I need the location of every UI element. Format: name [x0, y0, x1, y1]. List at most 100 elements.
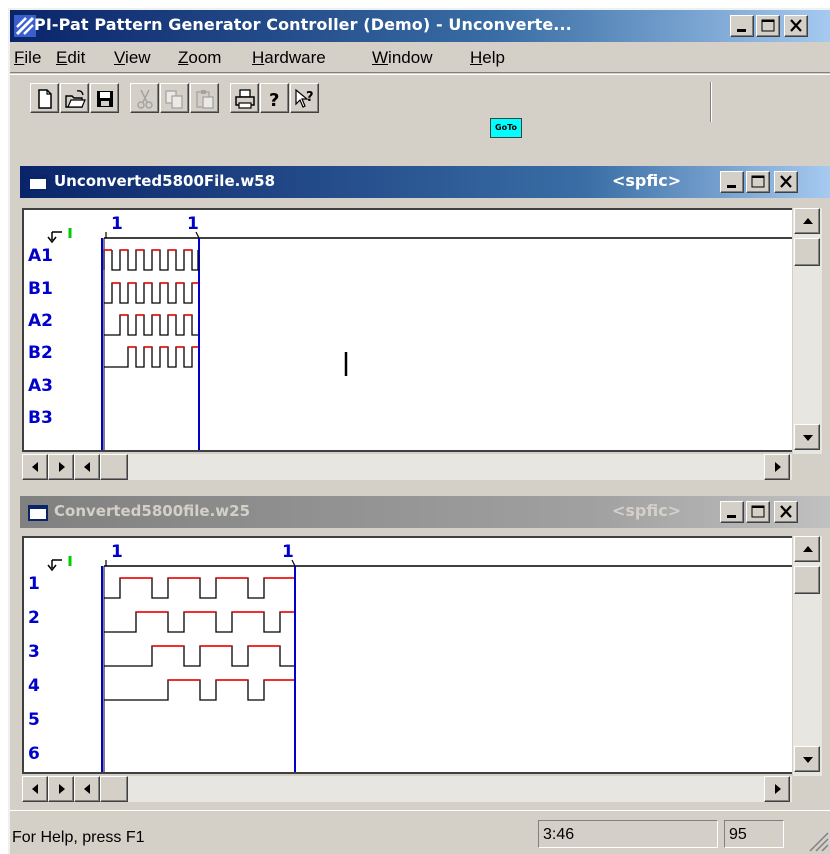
save-icon	[97, 91, 113, 107]
window-name: Unconverted5800File.w58	[54, 172, 276, 190]
end-marker-number: 1	[187, 214, 199, 234]
waveform-canvas[interactable]: 1 1 1 2 3 4 5 6	[22, 536, 792, 774]
app-title: PI-Pat Pattern Generator Controller (Dem…	[34, 15, 572, 34]
cut-icon	[137, 89, 153, 109]
track-label[interactable]: B3	[28, 408, 53, 428]
horizontal-scroll-thumb[interactable]	[100, 454, 128, 480]
print-icon	[235, 89, 255, 109]
scroll-up-button[interactable]	[794, 536, 820, 562]
scroll-right-button[interactable]	[48, 776, 74, 802]
toolbar-separator	[710, 82, 712, 122]
scroll-thumb[interactable]	[794, 566, 820, 594]
menu-file[interactable]: File	[14, 48, 41, 68]
minimize-icon	[737, 29, 746, 32]
window-tag: <spfic>	[612, 501, 682, 520]
open-button[interactable]	[60, 83, 89, 113]
paste-button[interactable]	[190, 83, 219, 113]
window-title-converted[interactable]: Converted5800file.w25 <spfic>	[20, 496, 830, 528]
arrow-left-icon	[84, 784, 90, 794]
new-button[interactable]	[30, 83, 59, 113]
scroll-right-button-2[interactable]	[764, 776, 790, 802]
start-marker-number: 1	[111, 542, 123, 562]
scroll-down-button[interactable]	[794, 424, 820, 450]
goto-button[interactable]: GoTo	[490, 118, 522, 138]
menu-window[interactable]: Window	[372, 48, 432, 68]
window-title-unconverted[interactable]: Unconverted5800File.w58 <spfic>	[20, 166, 830, 198]
track-label[interactable]: B2	[28, 343, 53, 363]
main-window: PI-Pat Pattern Generator Controller (Dem…	[8, 8, 830, 854]
svg-text:?: ?	[306, 90, 314, 105]
track-label[interactable]: 2	[28, 608, 40, 628]
horizontal-scroll-thumb[interactable]	[100, 776, 128, 802]
track-label[interactable]: A1	[28, 246, 53, 266]
save-button[interactable]	[90, 83, 119, 113]
child-minimize-button[interactable]	[720, 171, 744, 193]
status-zoom: 95	[724, 820, 784, 848]
child-close-button[interactable]	[774, 501, 798, 523]
track-label[interactable]: A3	[28, 376, 53, 396]
menu-view[interactable]: View	[114, 48, 151, 68]
track-label[interactable]: A2	[28, 311, 53, 331]
track-label[interactable]: 1	[28, 574, 40, 594]
track-label[interactable]: 3	[28, 642, 40, 662]
child-close-button[interactable]	[774, 171, 798, 193]
maximize-icon	[761, 19, 775, 32]
arrow-left-icon	[84, 462, 90, 472]
close-icon	[780, 505, 792, 518]
close-icon	[790, 19, 802, 32]
app-title-bar[interactable]: PI-Pat Pattern Generator Controller (Dem…	[10, 10, 830, 42]
arrow-right-icon	[775, 784, 781, 794]
pi-pat-logo-icon	[14, 15, 36, 37]
print-button[interactable]	[230, 83, 259, 113]
cut-button[interactable]	[130, 83, 159, 113]
track-label[interactable]: 5	[28, 710, 40, 730]
close-icon	[780, 175, 792, 188]
paste-icon	[196, 90, 214, 109]
resize-grip-icon[interactable]	[806, 829, 830, 853]
help-button[interactable]: ?	[260, 83, 289, 113]
scroll-right-button[interactable]	[48, 454, 74, 480]
arrow-right-icon	[59, 462, 65, 472]
document-icon	[28, 175, 48, 191]
close-button[interactable]	[784, 15, 808, 37]
scroll-left-button-2[interactable]	[74, 776, 100, 802]
horizontal-scrollbar[interactable]	[22, 454, 792, 480]
arrow-up-icon	[803, 218, 813, 224]
scroll-left-button[interactable]	[22, 454, 48, 480]
end-marker-number: 1	[282, 542, 294, 562]
arrow-right-icon	[775, 462, 781, 472]
waveform-graph	[47, 228, 792, 450]
menu-edit[interactable]: Edit	[56, 48, 85, 68]
track-label[interactable]: B1	[28, 279, 53, 299]
scroll-left-button[interactable]	[22, 776, 48, 802]
menu-help[interactable]: Help	[470, 48, 505, 68]
scroll-left-button-2[interactable]	[74, 454, 100, 480]
vertical-scrollbar[interactable]	[792, 208, 822, 454]
scroll-right-button-2[interactable]	[764, 454, 790, 480]
menu-zoom[interactable]: Zoom	[178, 48, 221, 68]
svg-text:?: ?	[269, 90, 279, 110]
scroll-up-button[interactable]	[794, 208, 820, 234]
child-maximize-button[interactable]	[746, 171, 770, 193]
toolbar: ? ?	[10, 72, 830, 158]
scroll-thumb[interactable]	[794, 238, 820, 266]
minimize-button[interactable]	[730, 15, 754, 37]
arrow-down-icon	[803, 435, 813, 441]
status-position: 3:46	[538, 820, 718, 848]
maximize-button[interactable]	[756, 15, 780, 37]
waveform-canvas[interactable]: 1 1 A1 B1 A2 B2 A3 B3	[22, 208, 792, 452]
context-help-button[interactable]: ?	[290, 83, 319, 113]
track-label[interactable]: 4	[28, 676, 40, 696]
horizontal-scrollbar[interactable]	[22, 776, 792, 802]
vertical-scrollbar[interactable]	[792, 536, 822, 776]
scroll-down-button[interactable]	[794, 746, 820, 772]
maximize-icon	[751, 505, 765, 518]
track-label[interactable]: 6	[28, 744, 40, 764]
menu-hardware[interactable]: Hardware	[252, 48, 326, 68]
help-icon: ?	[269, 90, 279, 110]
child-minimize-button[interactable]	[720, 501, 744, 523]
waveform-panel-converted: 1 1 1 2 3 4 5 6	[20, 534, 830, 806]
arrow-down-icon	[803, 757, 813, 763]
child-maximize-button[interactable]	[746, 501, 770, 523]
copy-button[interactable]	[160, 83, 189, 113]
